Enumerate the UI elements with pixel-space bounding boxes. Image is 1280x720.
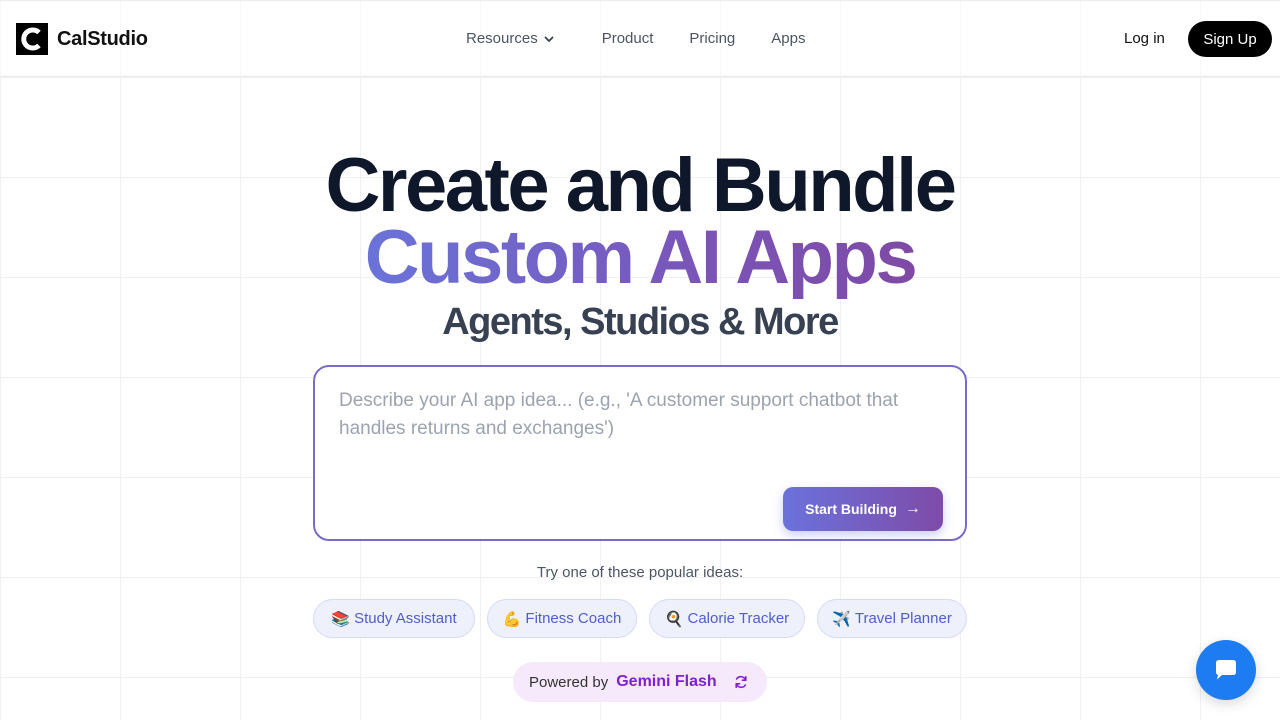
app-idea-input[interactable]	[339, 387, 939, 467]
nav-resources-label: Resources	[466, 30, 538, 47]
chevron-down-icon	[544, 36, 554, 42]
books-icon: 📚	[331, 610, 351, 628]
hero-title-gradient: Custom AI Apps	[0, 218, 1280, 298]
model-name: Gemini Flash	[616, 673, 717, 690]
hero-subtitle: Agents, Studios & More	[442, 301, 839, 343]
idea-chip-fitness-coach[interactable]: 💪 Fitness Coach	[487, 599, 637, 638]
idea-chip-study-assistant[interactable]: 📚 Study Assistant	[313, 599, 475, 638]
powered-by-label: Powered by	[529, 673, 609, 691]
nav-resources[interactable]: Resources	[466, 30, 556, 47]
prompt-box: Start Building →	[313, 365, 967, 541]
hero-title: Create and Bundle	[325, 143, 957, 228]
idea-chip-travel-planner[interactable]: ✈️ Travel Planner	[817, 599, 967, 638]
idea-chip-label: Calorie Tracker	[687, 610, 790, 627]
chat-bubble-icon	[1216, 660, 1236, 680]
hero-title-gradient-text: Custom AI Apps	[364, 215, 918, 300]
idea-chip-label: Travel Planner	[854, 610, 952, 627]
idea-chip-calorie-tracker[interactable]: 🍳 Calorie Tracker	[649, 599, 805, 638]
ideas-label: Try one of these popular ideas:	[536, 564, 744, 581]
signup-button[interactable]: Sign Up	[1188, 21, 1272, 57]
login-link[interactable]: Log in	[1124, 30, 1165, 47]
brand-name: CalStudio	[57, 27, 148, 50]
powered-by-badge: Powered by Gemini Flash	[513, 662, 767, 702]
top-navbar: CalStudio Resources Product Pricing Apps…	[0, 0, 1280, 77]
brand-logo[interactable]: CalStudio	[16, 23, 148, 55]
nav-product[interactable]: Product	[602, 30, 654, 47]
airplane-icon: ✈️	[832, 610, 851, 628]
start-building-button[interactable]: Start Building →	[783, 487, 943, 531]
cooking-icon: 🍳	[664, 610, 684, 628]
flexed-biceps-icon: 💪	[502, 610, 522, 628]
start-building-label: Start Building	[805, 501, 897, 517]
arrow-right-icon: →	[904, 500, 921, 517]
idea-chip-label: Study Assistant	[354, 610, 457, 627]
nav-pricing[interactable]: Pricing	[689, 30, 735, 47]
nav-apps[interactable]: Apps	[771, 30, 805, 47]
idea-chip-label: Fitness Coach	[525, 610, 622, 627]
refresh-icon[interactable]	[731, 672, 751, 692]
main-nav: Resources Product Pricing Apps	[466, 30, 805, 47]
chat-launcher-button[interactable]	[1196, 640, 1256, 700]
logo-icon	[16, 23, 48, 55]
